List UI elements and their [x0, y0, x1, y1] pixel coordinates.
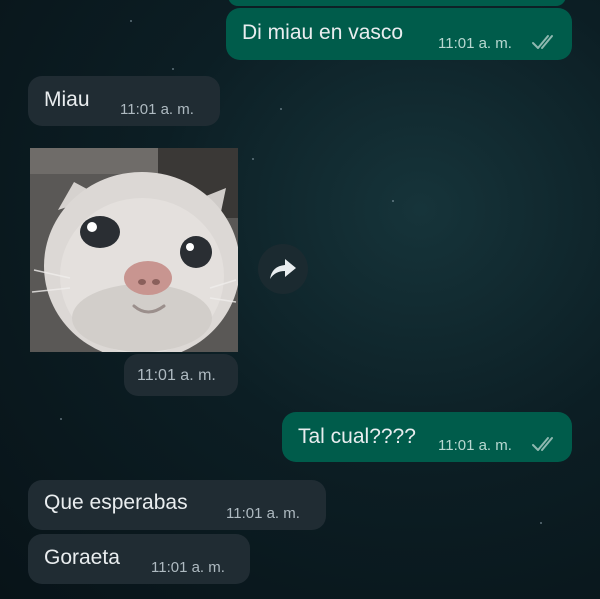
- message-outgoing[interactable]: Tal cual???? 11:01 a. m.: [282, 412, 572, 462]
- image-message[interactable]: [30, 148, 238, 352]
- background-speck: [540, 522, 542, 524]
- background-speck: [252, 158, 254, 160]
- message-timestamp: 11:01 a. m.: [438, 35, 512, 52]
- forward-button[interactable]: [258, 244, 308, 294]
- background-speck: [130, 20, 132, 22]
- message-timestamp: 11:01 a. m.: [226, 505, 300, 522]
- message-outgoing[interactable]: Di miau en vasco 11:01 a. m.: [226, 8, 572, 60]
- message-timestamp: 11:01 a. m.: [137, 367, 216, 384]
- background-speck: [60, 418, 62, 420]
- message-timestamp: 11:01 a. m.: [151, 559, 225, 576]
- forward-arrow-icon: [270, 259, 296, 279]
- background-speck: [392, 200, 394, 202]
- image-timestamp-pill: 11:01 a. m.: [124, 354, 238, 396]
- background-speck: [280, 108, 282, 110]
- message-incoming[interactable]: Miau 11:01 a. m.: [28, 76, 220, 126]
- background-speck: [172, 68, 174, 70]
- double-check-icon: [532, 35, 553, 49]
- cat-photo: [30, 148, 238, 352]
- double-check-icon: [532, 437, 553, 451]
- message-text: Goraeta: [44, 546, 120, 569]
- message-text: Que esperabas: [44, 491, 188, 514]
- chat-area: Di miau en vasco 11:01 a. m. Miau 11:01 …: [0, 0, 600, 599]
- previous-message-bubble[interactable]: [228, 0, 566, 6]
- message-incoming[interactable]: Que esperabas 11:01 a. m.: [28, 480, 326, 530]
- message-text: Miau: [44, 88, 90, 111]
- message-incoming[interactable]: Goraeta 11:01 a. m.: [28, 534, 250, 584]
- message-timestamp: 11:01 a. m.: [438, 437, 512, 454]
- message-text: Tal cual????: [298, 425, 416, 448]
- message-text: Di miau en vasco: [242, 21, 404, 44]
- message-timestamp: 11:01 a. m.: [120, 101, 194, 118]
